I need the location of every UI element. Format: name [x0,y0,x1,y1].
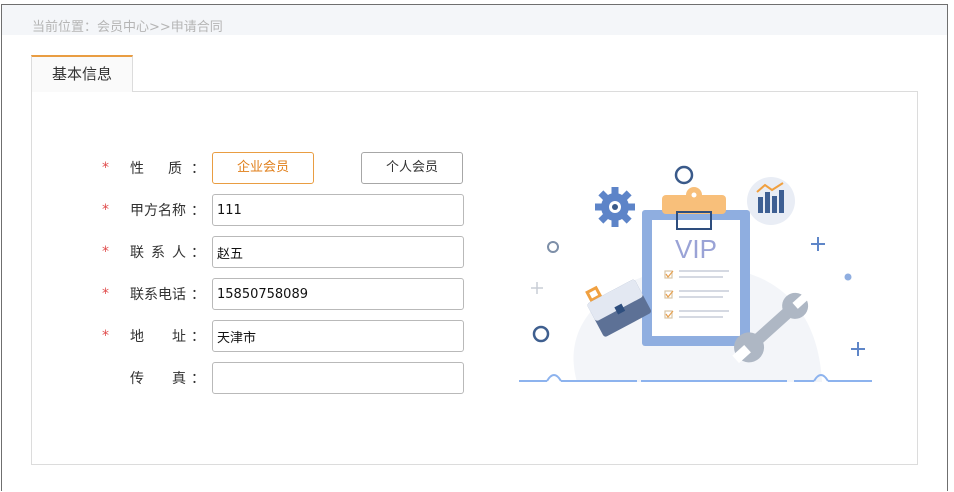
label-colon: ： [191,371,205,387]
plus-decoration [851,342,865,356]
party-a-name-input[interactable] [212,194,464,226]
clipboard-icon: VIP [642,187,750,346]
contact-input[interactable] [212,236,464,268]
vip-text: VIP [675,234,717,264]
circle-decoration [674,165,694,185]
address-input[interactable] [212,320,464,352]
label-colon: ： [191,203,205,219]
form-row-contact: * 联系人 ： [32,236,502,268]
chart-icon [747,177,795,225]
label-colon: ： [191,245,205,261]
label-colon: ： [191,161,205,177]
vip-illustration: VIP [519,165,872,382]
personal-member-button[interactable]: 个人会员 [361,152,463,184]
form-row-phone: * 联系电话 ： [32,278,502,310]
dot-decoration [844,273,852,281]
required-mark: * [102,244,109,260]
circle-decoration [532,325,550,343]
form-row-fax: 传真 ： [32,362,502,394]
enterprise-member-button[interactable]: 企业会员 [212,152,314,184]
required-mark: * [102,160,109,176]
fax-label: 传真 [130,371,186,387]
breadcrumb: 当前位置：会员中心>>申请合同 [32,20,223,35]
tab-basic-info[interactable]: 基本信息 [31,55,133,92]
plus-decoration [811,237,825,251]
breadcrumb-bar: 当前位置：会员中心>>申请合同 [2,5,947,35]
phone-label: 联系电话 [130,287,186,303]
label-colon: ： [191,329,205,345]
nature-label: 性质 [130,161,182,177]
form-row-address: * 地址 ： [32,320,502,352]
required-mark: * [102,202,109,218]
phone-input[interactable] [212,278,464,310]
basic-info-panel: * 性质 ： 企业会员 个人会员 * 甲方名称 ： * 联系人 ： * 联系电话… [31,91,918,465]
required-mark: * [102,328,109,344]
required-mark: * [102,286,109,302]
form-row-nature: * 性质 ： 企业会员 个人会员 [32,152,502,184]
gear-icon [595,187,635,227]
circle-decoration [547,241,559,253]
party-a-name-label: 甲方名称 [130,203,186,219]
label-colon: ： [191,287,205,303]
contact-label: 联系人 [130,245,186,261]
fax-input[interactable] [212,362,464,394]
plus-decoration [531,282,543,294]
form-row-party-a-name: * 甲方名称 ： [32,194,502,226]
address-label: 地址 [130,329,186,345]
